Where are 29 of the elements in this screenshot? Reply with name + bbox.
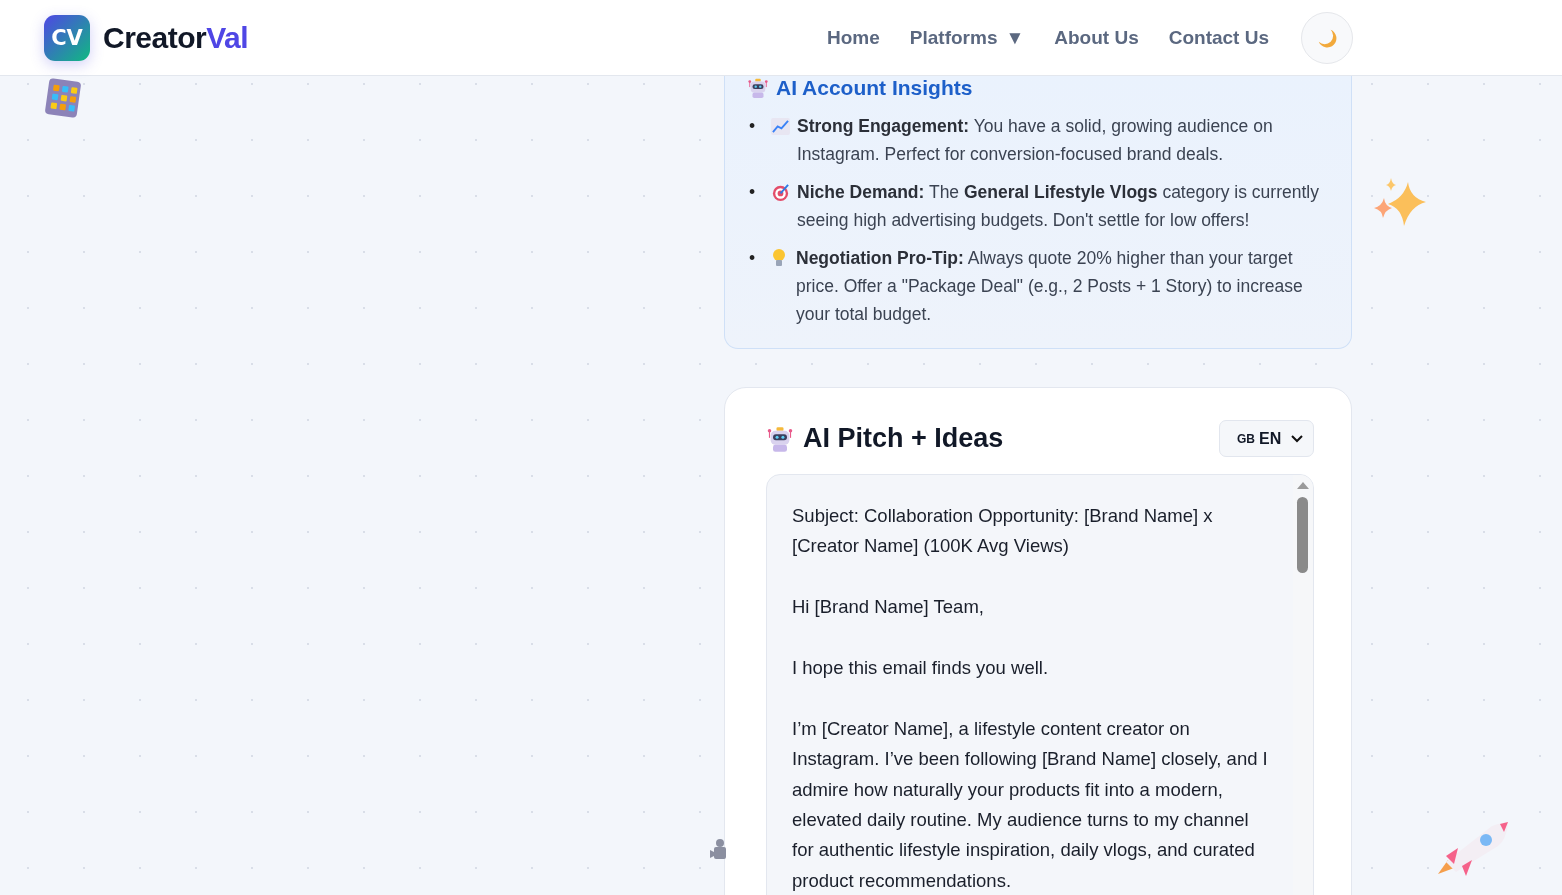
- chevron-down-icon: [1291, 434, 1303, 443]
- nav-link[interactable]: Home: [827, 26, 880, 49]
- insight-text: Negotiation Pro-Tip: Always quote 20% higher than your target price. Offer a "Package Deal" (e.g., 2 Posts + 1 Story) to increase your total budget.: [796, 247, 1304, 326]
- insights-title: AI Account Insights: [776, 76, 973, 100]
- pitch-paragraph: I’m [Creator Name], a lifestyle content creator on Instagram. I’ve been following [Brand Name] closely, and I admire how naturally your products fit into a modern, elevated daily routine. My audience turns to my channel for authentic lifestyle inspiration, daily vlogs, and curated product recommendations.: [792, 716, 1269, 893]
- pitch-title: AI Pitch + Ideas: [803, 423, 1004, 454]
- calculator-icon: [44, 78, 82, 118]
- language-select[interactable]: GB EN: [1219, 420, 1314, 457]
- chart-icon: [771, 117, 790, 135]
- lightbulb-icon: [771, 248, 787, 268]
- brand-name[interactable]: CreatorVal: [103, 20, 249, 55]
- pitch-paragraph: Subject: Collaboration Opportunity: [Brand Name] x [Creator Name] (100K Avg Views): [792, 504, 1214, 559]
- insight-text: Niche Demand: The General Lifestyle Vlogs category is currently seeing high advertising budgets. Don't settle for low offers!: [797, 181, 1320, 232]
- bullet-mark: •: [748, 115, 757, 138]
- pitch-text-area[interactable]: [766, 474, 1314, 895]
- scrollbar-thumb[interactable]: [1297, 497, 1308, 573]
- insight-text: Strong Engagement: You have a solid, growing audience on Instagram. Perfect for conversion-focused brand deals.: [797, 115, 1274, 166]
- robot-icon: [747, 77, 769, 99]
- pitch-paragraph: I hope this email finds you well.: [792, 656, 1050, 680]
- nav-link[interactable]: Contact Us: [1168, 26, 1269, 49]
- target-icon: [771, 182, 790, 202]
- logo-mark[interactable]: CV: [44, 14, 90, 61]
- nav-link[interactable]: Platforms ▼: [909, 26, 1025, 49]
- nav-link[interactable]: About Us: [1054, 26, 1139, 49]
- scroll-up-arrow-icon: [1297, 481, 1309, 489]
- bullet-mark: •: [748, 247, 757, 270]
- pitch-paragraph: Hi [Brand Name] Team,: [792, 595, 985, 620]
- robot-icon: [766, 424, 794, 453]
- bullet-mark: •: [748, 181, 757, 204]
